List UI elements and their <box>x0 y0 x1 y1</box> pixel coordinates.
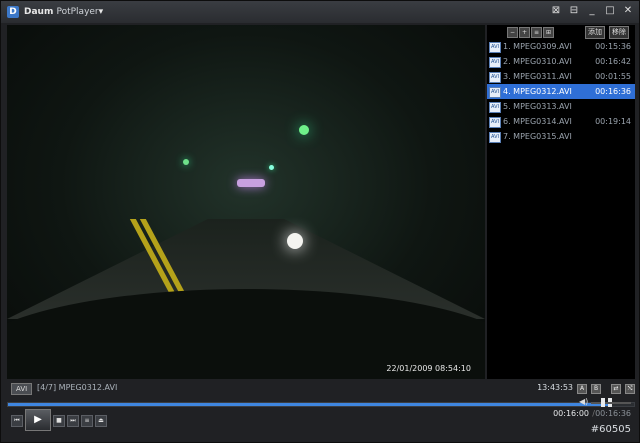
next-button[interactable]: ⏭ <box>67 415 79 427</box>
close-icon[interactable]: ✕ <box>623 5 633 16</box>
daum-logo-icon[interactable]: D <box>7 6 19 18</box>
minimize-icon[interactable]: _ <box>587 5 597 16</box>
avi-file-icon: AVI <box>489 87 501 98</box>
seek-progress <box>8 403 611 406</box>
repeat-icon[interactable]: ⇄ <box>611 384 621 394</box>
playlist-items: AVI 1. MPEG0309.AVI 00:15:36 AVI 2. MPEG0310… <box>487 39 635 144</box>
playlist-item[interactable]: AVI 6. MPEG0314.AVI 00:19:14 <box>487 114 635 129</box>
playlist-remove-tab[interactable]: 移除 <box>609 26 629 39</box>
playlist-item-duration: 00:19:14 <box>595 117 631 126</box>
shuffle-icon[interactable]: ⤭ <box>625 384 635 394</box>
watermark: #60505 <box>590 424 631 435</box>
app-title-brand: Daum <box>24 7 54 17</box>
app-title-name: PotPlayer <box>56 7 99 17</box>
system-clock: 13:43:53 <box>537 383 573 392</box>
playlist-item[interactable]: AVI 3. MPEG0311.AVI 00:01:55 <box>487 69 635 84</box>
playlist-item-name: 5. MPEG0313.AVI <box>503 102 572 111</box>
playlist-item[interactable]: AVI 1. MPEG0309.AVI 00:15:36 <box>487 39 635 54</box>
file-info: [4/7] MPEG0312.AVI <box>37 383 118 392</box>
playlist-view-button[interactable]: ⊞ <box>543 27 554 38</box>
playlist-list-button[interactable]: ≡ <box>531 27 542 38</box>
player-window: D Daum PotPlayer▾ ⊠ ⊟ _ □ ✕ 22/01/2009 0… <box>0 0 640 443</box>
video-screen[interactable]: 22/01/2009 08:54:10 <box>7 25 485 379</box>
current-time: 00:16:00 <box>553 409 589 418</box>
playlist-item-duration: 00:01:55 <box>595 72 631 81</box>
skin-menu-icon[interactable]: ⊠ <box>551 5 561 16</box>
playlist-item-name: 2. MPEG0310.AVI <box>503 57 572 66</box>
playlist-item[interactable]: AVI 4. MPEG0312.AVI 00:16:36 <box>487 84 635 99</box>
maximize-icon[interactable]: □ <box>605 5 615 16</box>
playlist-add-tab[interactable]: 添加 <box>585 26 605 39</box>
playlist-toggle-button[interactable]: ≡ <box>81 415 93 427</box>
video-street-light <box>269 165 274 170</box>
format-badge[interactable]: AVI <box>11 383 33 395</box>
volume-handle[interactable] <box>601 398 605 407</box>
avi-file-icon: AVI <box>489 42 501 53</box>
seek-bar[interactable] <box>7 398 635 407</box>
playlist-toolbar: − + ≡ ⊞ 添加 移除 <box>487 25 635 39</box>
previous-button[interactable]: ⏮ <box>11 415 23 427</box>
play-button[interactable]: ▶ <box>25 409 51 431</box>
avi-file-icon: AVI <box>489 117 501 128</box>
video-street-light <box>183 159 189 165</box>
playlist-item-name: 3. MPEG0311.AVI <box>503 72 572 81</box>
app-title[interactable]: Daum PotPlayer▾ <box>24 7 103 17</box>
playlist-item-duration: 00:16:42 <box>595 57 631 66</box>
seek-track[interactable] <box>7 402 635 407</box>
bookmark-b-icon[interactable]: B <box>591 384 601 394</box>
eject-button[interactable]: ⏏ <box>95 415 107 427</box>
status-bar: AVI [4/7] MPEG0312.AVI 13:43:53 A B ⇄ ⤭ <box>7 381 635 395</box>
tray-icon[interactable]: ⊟ <box>569 5 579 16</box>
window-controls: ⊠ ⊟ _ □ ✕ <box>551 5 633 16</box>
speaker-icon[interactable]: ◀) <box>579 397 588 406</box>
video-overlay-timestamp: 22/01/2009 08:54:10 <box>386 364 471 373</box>
playlist-item-name: 4. MPEG0312.AVI <box>503 87 572 96</box>
title-bar[interactable]: D Daum PotPlayer▾ ⊠ ⊟ _ □ ✕ <box>1 1 639 23</box>
stop-button[interactable]: ■ <box>53 415 65 427</box>
bookmark-a-icon[interactable]: A <box>577 384 587 394</box>
playlist-item-duration: 00:16:36 <box>595 87 631 96</box>
playlist-item[interactable]: AVI 2. MPEG0310.AVI 00:16:42 <box>487 54 635 69</box>
avi-file-icon: AVI <box>489 132 501 143</box>
avi-file-icon: AVI <box>489 102 501 113</box>
playlist-item-name: 6. MPEG0314.AVI <box>503 117 572 126</box>
playlist-add-button[interactable]: + <box>519 27 530 38</box>
menu-arrow-icon: ▾ <box>98 7 104 17</box>
playlist-item[interactable]: AVI 5. MPEG0313.AVI <box>487 99 635 114</box>
playlist-item[interactable]: AVI 7. MPEG0315.AVI <box>487 129 635 144</box>
playlist-item-name: 1. MPEG0309.AVI <box>503 42 572 51</box>
video-motorbike-light <box>287 233 303 249</box>
avi-file-icon: AVI <box>489 72 501 83</box>
playlist-item-duration: 00:15:36 <box>595 42 631 51</box>
playlist-remove-button[interactable]: − <box>507 27 518 38</box>
video-distant-lights <box>237 179 265 187</box>
volume-track[interactable] <box>591 402 631 404</box>
playlist-panel[interactable]: − + ≡ ⊞ 添加 移除 AVI 1. MPEG0309.AVI 00:15:36… <box>487 25 635 379</box>
avi-file-icon: AVI <box>489 57 501 68</box>
total-time: 00:16:36 <box>595 409 631 418</box>
playlist-item-name: 7. MPEG0315.AVI <box>503 132 572 141</box>
control-bar: ⏮ ▶ ■ ⏭ ≡ ⏏ ◀) 00:16:00 / 00:16:36 #6050… <box>7 397 635 437</box>
video-street-light <box>299 125 309 135</box>
